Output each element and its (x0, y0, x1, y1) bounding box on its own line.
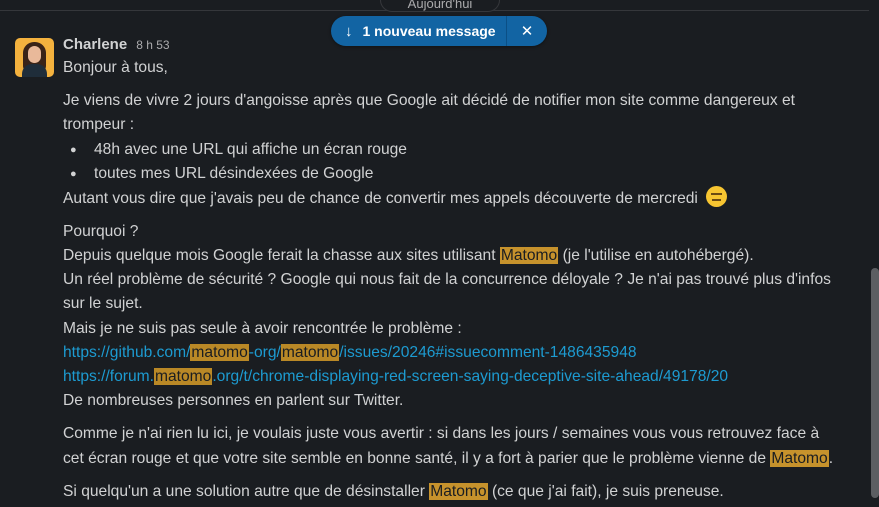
paragraph-1: Je viens de vivre 2 jours d'angoisse apr… (63, 92, 795, 134)
author-name[interactable]: Charlene (63, 36, 127, 53)
message[interactable]: Charlene 8 h 53 Bonjour à tous, Je viens… (15, 35, 879, 504)
paragraph-pourquoi: Pourquoi ? Depuis quelque mois Google fe… (63, 222, 831, 410)
message-content: Charlene 8 h 53 Bonjour à tous, Je viens… (63, 35, 879, 504)
list-item: 48h avec une URL qui affiche un écran ro… (70, 138, 879, 162)
keyword-highlight: Matomo (499, 247, 559, 265)
github-issue-link[interactable]: https://github.com/matomo-org/matomo/iss… (63, 343, 637, 361)
list-item: toutes mes URL désindexées de Google (70, 162, 879, 186)
paragraph-si: Si quelqu'un a une solution autre que de… (63, 482, 724, 500)
date-divider-pill[interactable]: Aujourd'hui (380, 0, 500, 12)
expressionless-face-icon[interactable] (706, 185, 728, 207)
message-timestamp[interactable]: 8 h 53 (136, 38, 169, 52)
bullet-list: 48h avec une URL qui affiche un écran ro… (63, 138, 879, 186)
paragraph-2: Autant vous dire que j'avais peu de chan… (63, 185, 879, 211)
greeting: Bonjour à tous, (63, 59, 168, 76)
keyword-highlight: Matomo (429, 482, 488, 500)
forum-thread-link[interactable]: https://forum.matomo.org/t/chrome-displa… (63, 368, 728, 386)
message-header: Charlene 8 h 53 (63, 35, 879, 56)
scrollbar[interactable] (871, 268, 879, 498)
keyword-highlight: Matomo (770, 449, 829, 467)
paragraph-comme: Comme je n'ai rien lu ici, je voulais ju… (63, 425, 834, 467)
avatar[interactable] (15, 38, 54, 77)
